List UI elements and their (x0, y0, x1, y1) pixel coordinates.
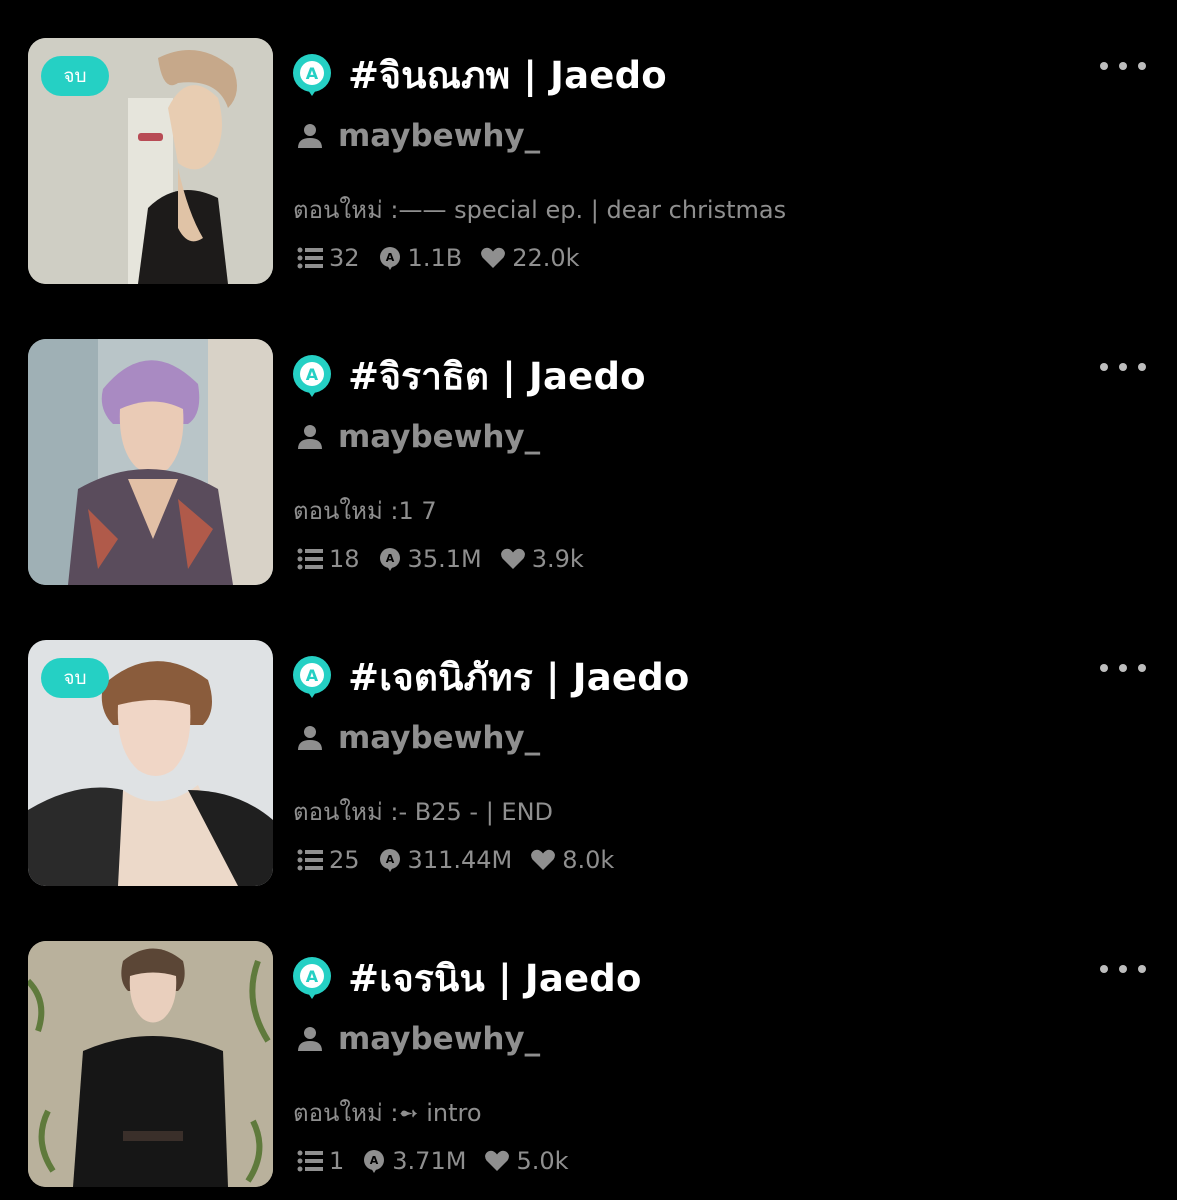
svg-text:A: A (385, 552, 394, 565)
more-options-button[interactable] (1100, 54, 1146, 78)
person-icon (298, 425, 322, 449)
story-stats: 1 A 3.71M 5.0k (297, 1143, 587, 1179)
like-count: 8.0k (530, 846, 614, 874)
heart-icon (481, 247, 506, 268)
person-icon (298, 1027, 322, 1051)
readawrite-a-icon: A (293, 355, 331, 397)
list-icon (297, 548, 323, 570)
title-row: A #จิราธิต | Jaedo (292, 351, 646, 401)
author-row[interactable]: maybewhy_ (296, 114, 540, 158)
story-card[interactable]: A #จิราธิต | Jaedo maybewhy_ ตอนใหม่ :1 … (0, 301, 1177, 585)
more-options-button[interactable] (1100, 656, 1146, 680)
views-icon: A (379, 849, 400, 872)
story-title[interactable]: #จินณภพ | Jaedo (348, 46, 667, 105)
episode-count: 18 (297, 545, 360, 573)
svg-text:A: A (306, 967, 319, 986)
story-title[interactable]: #เจรนิน | Jaedo (348, 949, 642, 1008)
read-count: A 3.71M (362, 1147, 466, 1175)
svg-text:A: A (370, 1154, 379, 1167)
svg-text:A: A (306, 666, 319, 685)
author-name[interactable]: maybewhy_ (338, 720, 540, 756)
story-card[interactable]: A #เจรนิน | Jaedo maybewhy_ ตอนใหม่ :➻ i… (0, 903, 1177, 1187)
completed-badge: จบ (41, 658, 109, 698)
more-dots-icon (1100, 965, 1108, 973)
readawrite-a-icon: A (293, 957, 331, 999)
story-card[interactable]: จบ A #เจตนิภัทร | Jaedo maybewhy_ ตอนใหม… (0, 602, 1177, 886)
heart-icon (500, 548, 525, 569)
cover-image (28, 339, 273, 585)
more-dot (1119, 965, 1127, 973)
more-dot (1138, 363, 1146, 371)
more-options-button[interactable] (1100, 355, 1146, 379)
author-name[interactable]: maybewhy_ (338, 419, 540, 455)
episode-count: 32 (297, 244, 360, 272)
episode-count: 1 (297, 1147, 344, 1175)
more-dots-icon (1100, 62, 1108, 70)
title-row: A #เจตนิภัทร | Jaedo (292, 652, 690, 702)
latest-episode: ตอนใหม่ :1 7 (293, 497, 437, 525)
read-count: A 35.1M (378, 545, 482, 573)
svg-text:A: A (306, 365, 319, 384)
title-row: A #เจรนิน | Jaedo (292, 953, 642, 1003)
person-icon (298, 124, 322, 148)
more-dot (1119, 363, 1127, 371)
svg-text:A: A (385, 853, 394, 866)
list-icon (297, 1150, 323, 1172)
read-count: A 1.1B (378, 244, 462, 272)
story-stats: 25 A 311.44M 8.0k (297, 842, 632, 878)
author-name[interactable]: maybewhy_ (338, 1021, 540, 1057)
story-cover[interactable] (28, 339, 273, 585)
cover-image (28, 941, 273, 1187)
readawrite-a-icon: A (293, 656, 331, 698)
author-name[interactable]: maybewhy_ (338, 118, 540, 154)
story-cover[interactable] (28, 941, 273, 1187)
read-count: A 311.44M (378, 846, 512, 874)
views-icon: A (364, 1150, 385, 1173)
svg-text:A: A (306, 64, 319, 83)
more-dot (1138, 62, 1146, 70)
completed-badge: จบ (41, 56, 109, 96)
author-row[interactable]: maybewhy_ (296, 415, 540, 459)
latest-episode: ตอนใหม่ :➻ intro (293, 1099, 482, 1127)
heart-icon (531, 849, 556, 870)
latest-episode: ตอนใหม่ :- B25 - | END (293, 798, 554, 826)
like-count: 22.0k (480, 244, 580, 272)
more-dot (1119, 62, 1127, 70)
svg-text:A: A (385, 251, 394, 264)
views-icon: A (379, 247, 400, 270)
story-stats: 18 A 35.1M 3.9k (297, 541, 602, 577)
list-icon (297, 849, 323, 871)
more-dots-icon (1100, 363, 1108, 371)
more-dot (1138, 965, 1146, 973)
more-options-button[interactable] (1100, 957, 1146, 981)
episode-count: 25 (297, 846, 360, 874)
story-cover[interactable]: จบ (28, 38, 273, 284)
story-stats: 32 A 1.1B 22.0k (297, 240, 598, 276)
story-title[interactable]: #เจตนิภัทร | Jaedo (348, 648, 690, 707)
story-card[interactable]: จบ A #จินณภพ | Jaedo maybewhy_ ตอนใหม่ :… (0, 0, 1177, 284)
readawrite-a-icon: A (293, 54, 331, 96)
title-row: A #จินณภพ | Jaedo (292, 50, 667, 100)
author-row[interactable]: maybewhy_ (296, 1017, 540, 1061)
author-row[interactable]: maybewhy_ (296, 716, 540, 760)
list-icon (297, 247, 323, 269)
views-icon: A (379, 548, 400, 571)
person-icon (298, 726, 322, 750)
latest-episode: ตอนใหม่ :—— special ep. | dear christmas (293, 196, 787, 224)
more-dot (1138, 664, 1146, 672)
like-count: 5.0k (484, 1147, 569, 1175)
heart-icon (485, 1150, 510, 1171)
story-list: จบ A #จินณภพ | Jaedo maybewhy_ ตอนใหม่ :… (0, 0, 1177, 1200)
like-count: 3.9k (500, 545, 584, 573)
story-title[interactable]: #จิราธิต | Jaedo (348, 347, 646, 406)
story-cover[interactable]: จบ (28, 640, 273, 886)
more-dot (1119, 664, 1127, 672)
more-dots-icon (1100, 664, 1108, 672)
